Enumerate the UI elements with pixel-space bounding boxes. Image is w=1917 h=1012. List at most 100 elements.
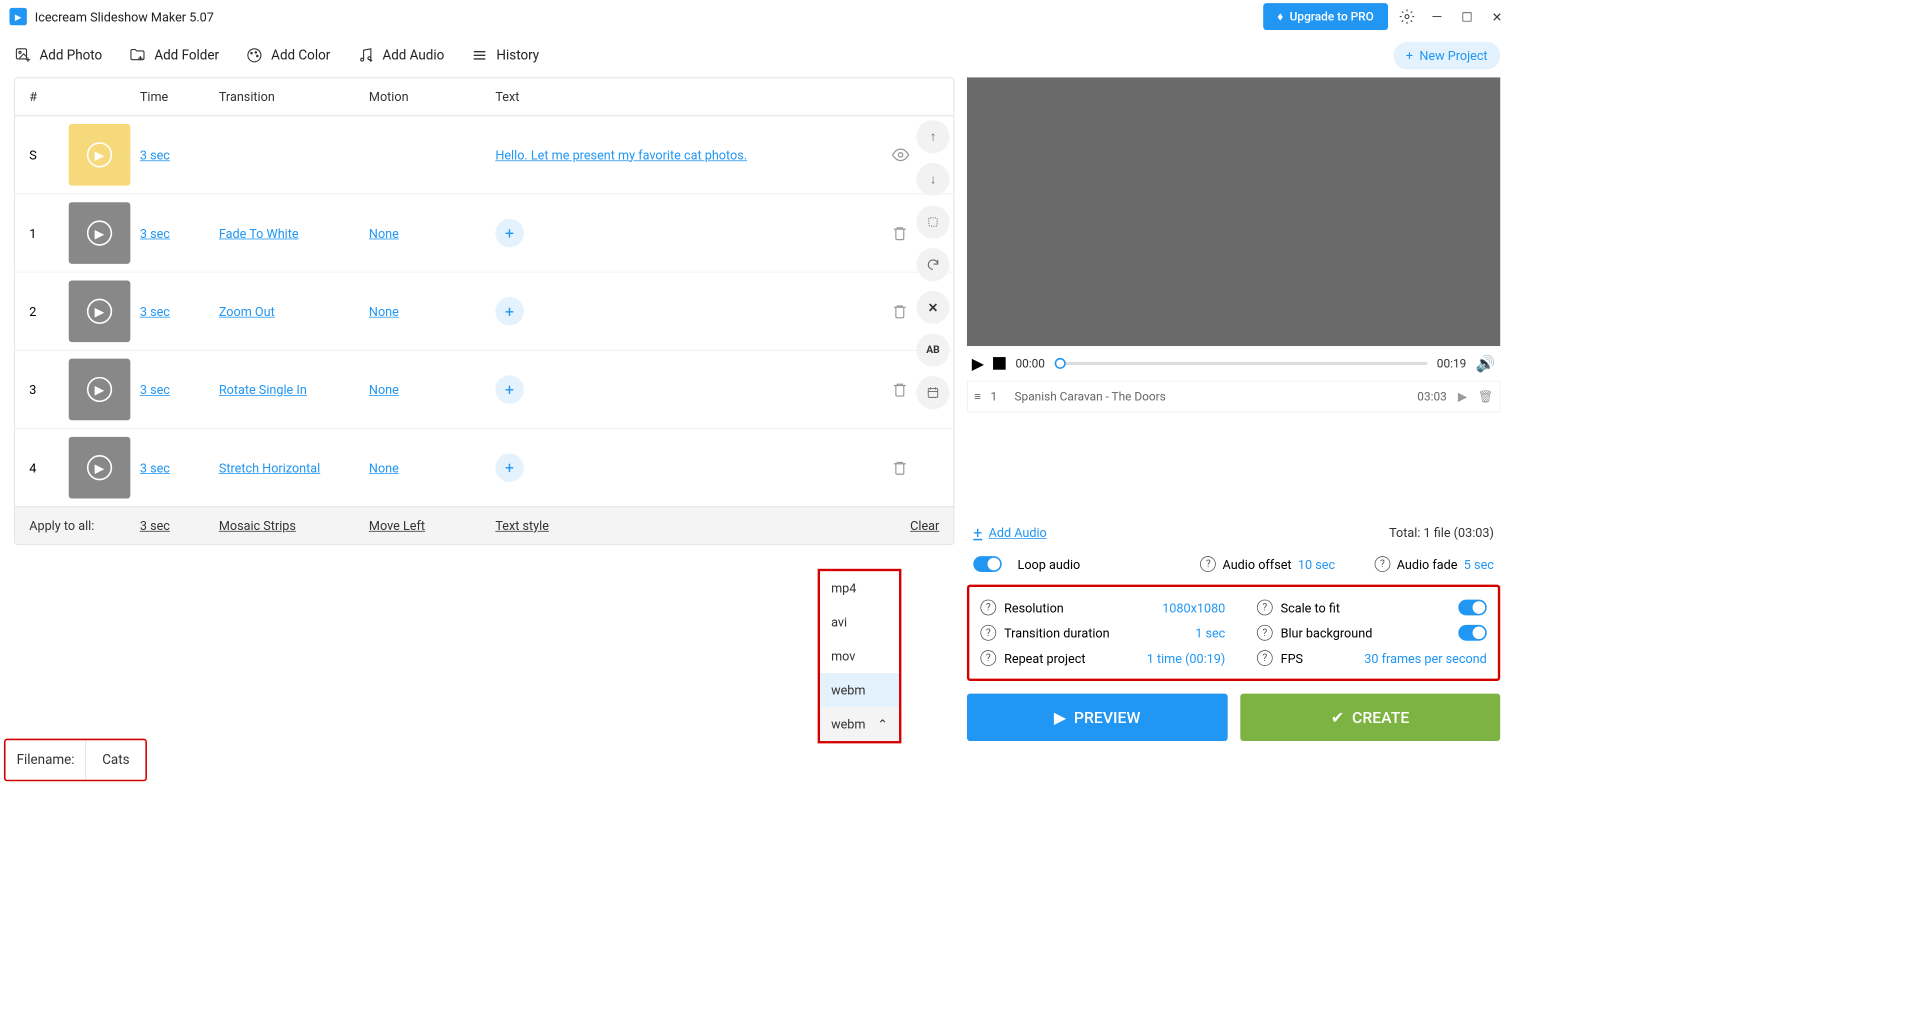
maximize-icon[interactable]: ☐ bbox=[1459, 9, 1475, 25]
add-photo-button[interactable]: Add Photo bbox=[14, 47, 102, 64]
motion-link[interactable]: None bbox=[369, 382, 399, 397]
motion-link[interactable]: None bbox=[369, 226, 399, 241]
move-up-button[interactable]: ↑ bbox=[916, 120, 949, 153]
help-icon[interactable]: ? bbox=[1257, 625, 1273, 641]
transition-link[interactable]: Zoom Out bbox=[219, 304, 275, 319]
audio-options: Loop audio ? Audio offset 10 sec ? Audio… bbox=[967, 550, 1500, 578]
stop-button[interactable] bbox=[993, 357, 1006, 370]
track-delete-icon[interactable]: 🗑 bbox=[1478, 389, 1493, 403]
slide-text[interactable]: Hello. Let me present my favorite cat ph… bbox=[495, 147, 747, 162]
thumbnail[interactable]: ▶ bbox=[69, 437, 131, 499]
clear-button[interactable]: Clear bbox=[910, 518, 939, 533]
apply-text-style[interactable]: Text style bbox=[495, 518, 549, 533]
help-icon[interactable]: ? bbox=[1257, 650, 1273, 666]
preview-button[interactable]: ▶ PREVIEW bbox=[967, 694, 1227, 741]
resolution-value[interactable]: 1080x1080 bbox=[1162, 600, 1225, 615]
format-option-mov[interactable]: mov bbox=[820, 639, 899, 673]
filename-input[interactable]: Cats bbox=[86, 752, 145, 768]
play-icon: ▶ bbox=[87, 220, 112, 245]
help-icon[interactable]: ? bbox=[980, 600, 996, 616]
delete-icon[interactable] bbox=[892, 460, 939, 476]
help-icon[interactable]: ? bbox=[980, 625, 996, 641]
add-text-button[interactable]: + bbox=[495, 453, 523, 481]
photo-icon bbox=[14, 47, 31, 64]
repeat-project-value[interactable]: 1 time (00:19) bbox=[1147, 651, 1226, 666]
format-option-avi[interactable]: avi bbox=[820, 605, 899, 639]
transition-duration-label: Transition duration bbox=[1004, 625, 1110, 640]
seek-slider[interactable] bbox=[1054, 362, 1427, 365]
time-link[interactable]: 3 sec bbox=[140, 226, 170, 241]
transition-link[interactable]: Rotate Single In bbox=[219, 382, 307, 397]
side-actions: ↑ ↓ ✕ AB bbox=[916, 120, 949, 409]
ab-button[interactable]: AB bbox=[916, 333, 949, 366]
create-button[interactable]: ✔ CREATE bbox=[1240, 694, 1500, 741]
help-icon[interactable]: ? bbox=[1257, 600, 1273, 616]
volume-icon[interactable]: 🔊 bbox=[1476, 354, 1496, 373]
audio-total: Total: 1 file (03:03) bbox=[1389, 525, 1494, 540]
chevron-up-icon: ⌃ bbox=[877, 717, 888, 732]
help-icon[interactable]: ? bbox=[1200, 556, 1216, 572]
thumbnail[interactable]: ▶ bbox=[69, 124, 131, 186]
current-time: 00:00 bbox=[1015, 356, 1045, 370]
add-audio-button[interactable]: Add Audio bbox=[357, 47, 444, 64]
add-text-button[interactable]: + bbox=[495, 375, 523, 403]
thumbnail[interactable]: ▶ bbox=[69, 202, 131, 264]
fps-label: FPS bbox=[1281, 651, 1303, 666]
transition-duration-value[interactable]: 1 sec bbox=[1195, 625, 1225, 640]
audio-fade-value[interactable]: 5 sec bbox=[1464, 557, 1494, 572]
fps-value[interactable]: 30 frames per second bbox=[1364, 651, 1486, 666]
table-row: 3▶3 secRotate Single InNone+ bbox=[15, 351, 954, 429]
loop-audio-label: Loop audio bbox=[1018, 557, 1081, 572]
add-text-button[interactable]: + bbox=[495, 297, 523, 325]
format-option-mp4[interactable]: mp4 bbox=[820, 571, 899, 605]
new-project-button[interactable]: + New Project bbox=[1393, 41, 1500, 69]
add-audio-link[interactable]: +Add Audio bbox=[973, 523, 1046, 542]
apply-transition[interactable]: Mosaic Strips bbox=[219, 518, 296, 533]
time-link[interactable]: 3 sec bbox=[140, 382, 170, 397]
blur-background-label: Blur background bbox=[1281, 625, 1373, 640]
repeat-project-label: Repeat project bbox=[1004, 651, 1085, 666]
transition-link[interactable]: Stretch Horizontal bbox=[219, 460, 320, 475]
thumbnail[interactable]: ▶ bbox=[69, 280, 131, 342]
help-icon[interactable]: ? bbox=[1375, 556, 1391, 572]
apply-time[interactable]: 3 sec bbox=[140, 518, 170, 533]
audio-summary: +Add Audio Total: 1 file (03:03) bbox=[967, 515, 1500, 550]
minimize-icon[interactable]: ─ bbox=[1429, 9, 1445, 25]
time-link[interactable]: 3 sec bbox=[140, 460, 170, 475]
audio-track-row: ≡ 1 Spanish Caravan - The Doors 03:03 ▶ … bbox=[967, 381, 1500, 413]
blur-background-toggle[interactable] bbox=[1458, 625, 1486, 641]
add-color-button[interactable]: Add Color bbox=[246, 47, 330, 64]
filename-label: Filename: bbox=[6, 740, 87, 780]
settings-icon[interactable] bbox=[1399, 9, 1415, 25]
format-selected[interactable]: webm ⌃ bbox=[820, 707, 899, 741]
loop-audio-toggle[interactable] bbox=[973, 556, 1001, 572]
time-link[interactable]: 3 sec bbox=[140, 147, 170, 162]
transition-link[interactable]: Fade To White bbox=[219, 226, 299, 241]
upgrade-button[interactable]: ♦ Upgrade to PRO bbox=[1263, 3, 1388, 30]
add-text-button[interactable]: + bbox=[495, 219, 523, 247]
motion-link[interactable]: None bbox=[369, 304, 399, 319]
audio-offset-value[interactable]: 10 sec bbox=[1298, 557, 1335, 572]
motion-link[interactable]: None bbox=[369, 460, 399, 475]
scale-to-fit-toggle[interactable] bbox=[1458, 600, 1486, 616]
history-button[interactable]: History bbox=[471, 47, 539, 64]
move-down-button[interactable]: ↓ bbox=[916, 163, 949, 196]
duplicate-button[interactable] bbox=[916, 205, 949, 238]
add-folder-button[interactable]: Add Folder bbox=[129, 47, 219, 64]
time-link[interactable]: 3 sec bbox=[140, 304, 170, 319]
close-icon[interactable]: ✕ bbox=[1489, 9, 1505, 25]
thumbnail[interactable]: ▶ bbox=[69, 359, 131, 421]
format-option-webm[interactable]: webm bbox=[820, 673, 899, 707]
shuffle-button[interactable]: ✕ bbox=[916, 291, 949, 324]
track-play-icon[interactable]: ▶ bbox=[1458, 389, 1467, 403]
play-button[interactable]: ▶ bbox=[972, 354, 984, 373]
menu-icon[interactable]: ≡ bbox=[974, 389, 981, 403]
track-number: 1 bbox=[990, 389, 997, 403]
apply-motion[interactable]: Move Left bbox=[369, 518, 425, 533]
refresh-button[interactable] bbox=[916, 248, 949, 281]
app-icon: ▶ bbox=[9, 8, 26, 25]
help-icon[interactable]: ? bbox=[980, 650, 996, 666]
calendar-button[interactable] bbox=[916, 376, 949, 409]
palette-icon bbox=[246, 47, 263, 64]
play-icon: ▶ bbox=[87, 377, 112, 402]
